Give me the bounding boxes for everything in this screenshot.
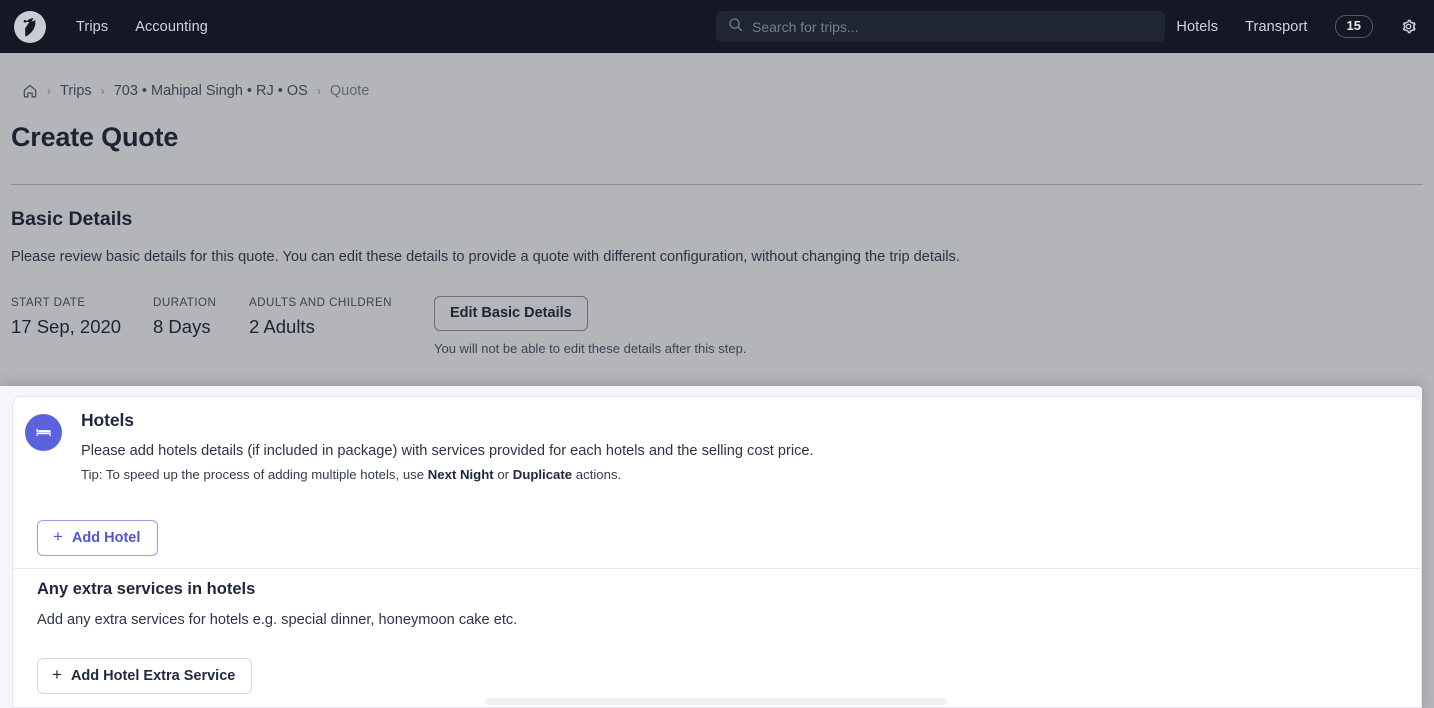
hotels-header: Hotels Please add hotels details (if inc… xyxy=(25,410,814,482)
search-input[interactable]: Search for trips... xyxy=(716,11,1165,42)
hotels-tip-next-night: Next Night xyxy=(427,467,494,482)
add-hotel-button-label: Add Hotel xyxy=(71,529,141,546)
hotels-tip: Tip: To speed up the process of adding m… xyxy=(81,467,814,482)
add-hotel-button[interactable]: + Add Hotel xyxy=(37,520,159,556)
add-hotel-extra-service-label: Add Hotel Extra Service xyxy=(70,667,236,684)
company-logo-bird-icon[interactable] xyxy=(13,10,47,44)
add-hotel-extra-service-button[interactable]: + Add Hotel Extra Service xyxy=(37,658,253,694)
hotels-tip-suffix: actions. xyxy=(572,467,622,482)
hotels-tip-prefix: Tip: To speed up the process of adding m… xyxy=(81,467,428,482)
notification-count-badge[interactable]: 15 xyxy=(1334,14,1373,39)
hotels-title: Hotels xyxy=(81,410,134,430)
primary-nav-links: Trips Accounting xyxy=(76,19,208,35)
app-screen: Trips Accounting Search for trips... Hot… xyxy=(0,0,1434,708)
search-placeholder-text: Search for trips... xyxy=(752,18,859,35)
hotels-drawer: Hotels Please add hotels details (if inc… xyxy=(0,386,1422,708)
hotels-tip-middle: or xyxy=(493,467,513,482)
nav-link-hotels[interactable]: Hotels xyxy=(1176,19,1218,35)
search-icon xyxy=(728,17,743,37)
nav-link-transport[interactable]: Transport xyxy=(1245,19,1307,35)
plus-icon: + xyxy=(53,527,63,546)
secondary-nav-links: Hotels Transport 15 xyxy=(1176,0,1417,53)
gear-icon[interactable] xyxy=(1400,18,1417,35)
bed-icon xyxy=(25,414,62,451)
section-divider xyxy=(13,568,1421,569)
hotels-card: Hotels Please add hotels details (if inc… xyxy=(12,396,1422,708)
nav-link-accounting[interactable]: Accounting xyxy=(135,19,208,35)
plus-icon: + xyxy=(52,665,62,684)
extra-services-description: Add any extra services for hotels e.g. s… xyxy=(37,612,518,628)
hotels-tip-duplicate: Duplicate xyxy=(512,467,573,482)
hotels-header-text: Hotels Please add hotels details (if inc… xyxy=(81,410,814,482)
nav-link-trips[interactable]: Trips xyxy=(76,19,108,35)
hotels-description: Please add hotels details (if included i… xyxy=(81,443,814,459)
drawer-resize-handle[interactable] xyxy=(485,698,947,705)
extra-services-heading: Any extra services in hotels xyxy=(37,580,256,598)
top-navigation-bar: Trips Accounting Search for trips... Hot… xyxy=(0,0,1434,53)
